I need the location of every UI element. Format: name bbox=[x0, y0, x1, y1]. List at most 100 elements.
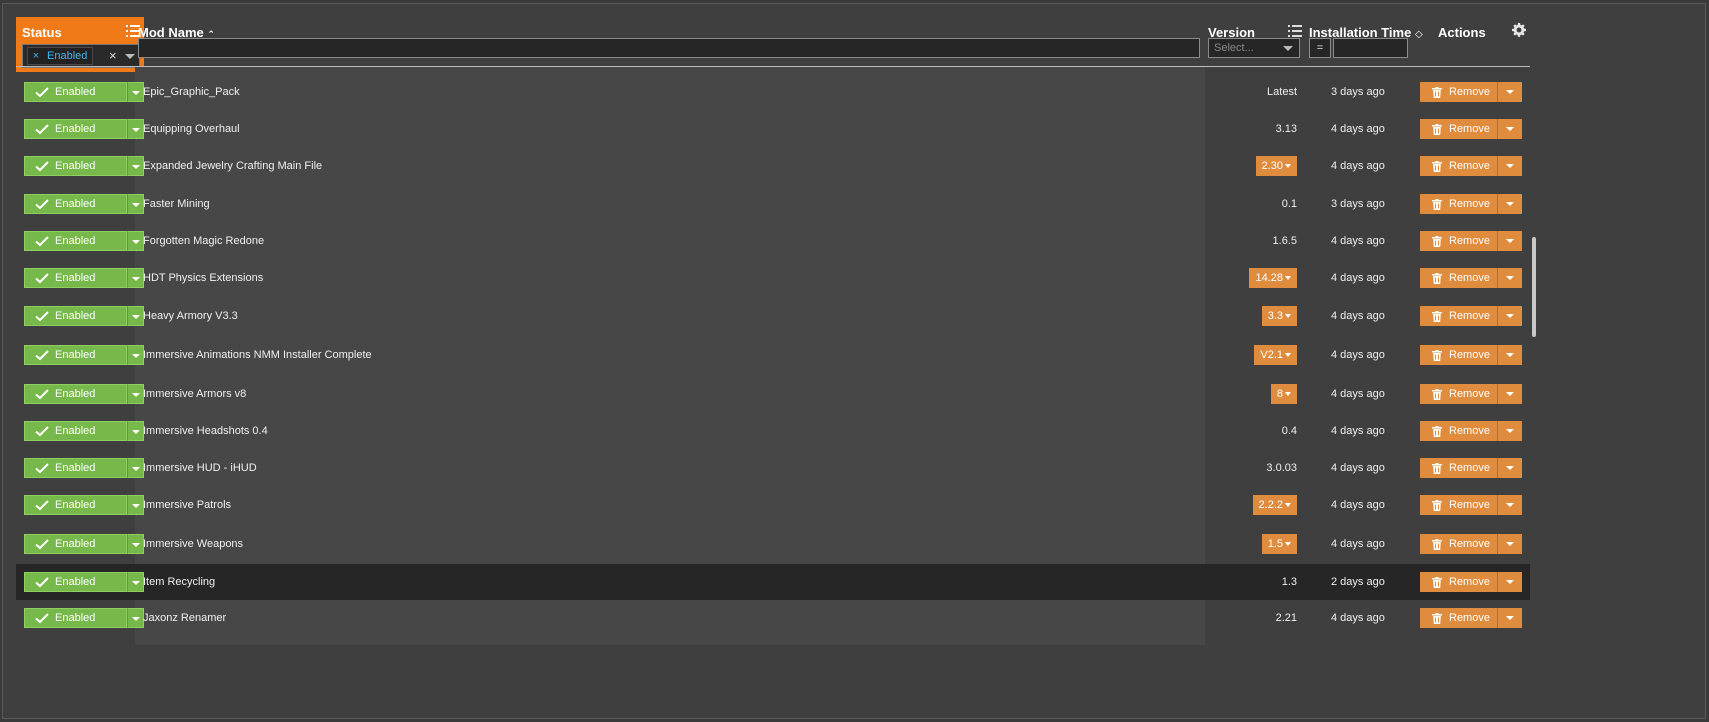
chip-remove-icon[interactable]: × bbox=[28, 50, 44, 62]
remove-button[interactable]: Remove bbox=[1420, 268, 1497, 288]
remove-dropdown-button[interactable] bbox=[1497, 608, 1522, 628]
status-dropdown-button[interactable] bbox=[127, 495, 144, 515]
status-toggle-button[interactable]: Enabled bbox=[24, 421, 127, 441]
remove-button[interactable]: Remove bbox=[1420, 231, 1497, 251]
table-row[interactable]: Enabled Equipping Overhaul 3.13 4 days a… bbox=[16, 111, 1530, 147]
status-dropdown-button[interactable] bbox=[127, 608, 144, 628]
remove-dropdown-button[interactable] bbox=[1497, 384, 1522, 404]
remove-dropdown-button[interactable] bbox=[1497, 231, 1522, 251]
status-dropdown-button[interactable] bbox=[127, 534, 144, 554]
table-row[interactable]: Enabled Jaxonz Renamer 2.21 4 days ago R… bbox=[16, 600, 1530, 636]
version-dropdown-button[interactable]: V2.1 bbox=[1254, 345, 1297, 365]
remove-button[interactable]: Remove bbox=[1420, 608, 1497, 628]
status-toggle-button[interactable]: Enabled bbox=[24, 345, 127, 365]
status-toggle-button[interactable]: Enabled bbox=[24, 608, 127, 628]
installation-time: 4 days ago bbox=[1331, 612, 1385, 624]
version-dropdown-button[interactable]: 2.2.2 bbox=[1252, 495, 1297, 515]
remove-button[interactable]: Remove bbox=[1420, 458, 1497, 478]
remove-button[interactable]: Remove bbox=[1420, 421, 1497, 441]
remove-button[interactable]: Remove bbox=[1420, 119, 1497, 139]
remove-dropdown-button[interactable] bbox=[1497, 268, 1522, 288]
installation-time-filter-input[interactable] bbox=[1333, 38, 1408, 58]
status-toggle-button[interactable]: Enabled bbox=[24, 82, 127, 102]
status-dropdown-button[interactable] bbox=[127, 345, 144, 365]
mod-name: Equipping Overhaul bbox=[143, 123, 240, 135]
remove-dropdown-button[interactable] bbox=[1497, 572, 1522, 592]
remove-dropdown-button[interactable] bbox=[1497, 345, 1522, 365]
version-dropdown-button[interactable]: 3.3 bbox=[1261, 306, 1297, 326]
remove-button[interactable]: Remove bbox=[1420, 572, 1497, 592]
table-row[interactable]: Enabled Faster Mining 0.1 3 days ago Rem… bbox=[16, 186, 1530, 222]
version-dropdown-button[interactable]: 1.5 bbox=[1261, 534, 1297, 554]
table-row[interactable]: Enabled Immersive HUD - iHUD 3.0.03 4 da… bbox=[16, 450, 1530, 486]
status-toggle-button[interactable]: Enabled bbox=[24, 495, 127, 515]
vertical-scrollbar[interactable] bbox=[1532, 237, 1536, 337]
status-toggle-button[interactable]: Enabled bbox=[24, 384, 127, 404]
status-dropdown-button[interactable] bbox=[127, 458, 144, 478]
remove-dropdown-button[interactable] bbox=[1497, 306, 1522, 326]
remove-dropdown-button[interactable] bbox=[1497, 495, 1522, 515]
version-dropdown-button[interactable]: 8 bbox=[1270, 384, 1297, 404]
status-dropdown-button[interactable] bbox=[127, 268, 144, 288]
status-dropdown-button[interactable] bbox=[127, 82, 144, 102]
status-toggle-button[interactable]: Enabled bbox=[24, 572, 127, 592]
remove-dropdown-button[interactable] bbox=[1497, 156, 1522, 176]
table-row[interactable]: Enabled HDT Physics Extensions 14.28 4 d… bbox=[16, 260, 1530, 296]
chevron-down-icon[interactable] bbox=[125, 54, 135, 59]
time-operator-button[interactable]: = bbox=[1309, 38, 1331, 58]
chevron-down-icon bbox=[1285, 392, 1291, 397]
version-filter-select[interactable]: Select... bbox=[1208, 38, 1300, 58]
remove-button[interactable]: Remove bbox=[1420, 82, 1497, 102]
check-icon bbox=[35, 236, 49, 247]
status-dropdown-button[interactable] bbox=[127, 384, 144, 404]
table-row[interactable]: Enabled Heavy Armory V3.3 3.3 4 days ago… bbox=[16, 298, 1530, 334]
status-dropdown-button[interactable] bbox=[127, 156, 144, 176]
table-row[interactable]: Enabled Epic_Graphic_Pack Latest 3 days … bbox=[16, 74, 1530, 110]
table-row[interactable]: Enabled Immersive Animations NMM Install… bbox=[16, 337, 1530, 373]
table-row[interactable]: Enabled Immersive Headshots 0.4 0.4 4 da… bbox=[16, 413, 1530, 449]
clear-filter-icon[interactable]: × bbox=[109, 48, 117, 63]
version-dropdown-button[interactable]: 2.30 bbox=[1255, 156, 1297, 176]
status-toggle-button[interactable]: Enabled bbox=[24, 458, 127, 478]
remove-button[interactable]: Remove bbox=[1420, 384, 1497, 404]
status-dropdown-button[interactable] bbox=[127, 119, 144, 139]
remove-dropdown-button[interactable] bbox=[1497, 194, 1522, 214]
mod-name-filter-input[interactable] bbox=[138, 38, 1200, 58]
table-row[interactable]: Enabled Expanded Jewelry Crafting Main F… bbox=[16, 148, 1530, 184]
remove-dropdown-button[interactable] bbox=[1497, 421, 1522, 441]
remove-button[interactable]: Remove bbox=[1420, 306, 1497, 326]
remove-button[interactable]: Remove bbox=[1420, 345, 1497, 365]
remove-button[interactable]: Remove bbox=[1420, 156, 1497, 176]
remove-button[interactable]: Remove bbox=[1420, 495, 1497, 515]
chevron-down-icon bbox=[1285, 314, 1291, 319]
status-toggle-button[interactable]: Enabled bbox=[24, 306, 127, 326]
remove-dropdown-button[interactable] bbox=[1497, 119, 1522, 139]
remove-dropdown-button[interactable] bbox=[1497, 534, 1522, 554]
remove-dropdown-button[interactable] bbox=[1497, 458, 1522, 478]
remove-button[interactable]: Remove bbox=[1420, 194, 1497, 214]
version-dropdown-button[interactable]: 14.28 bbox=[1249, 268, 1297, 288]
table-row[interactable]: Enabled Immersive Weapons 1.5 4 days ago… bbox=[16, 526, 1530, 562]
status-column-header[interactable]: Status × Enabled × bbox=[16, 17, 144, 72]
table-row[interactable]: Enabled Immersive Patrols 2.2.2 4 days a… bbox=[16, 487, 1530, 523]
status-toggle-button[interactable]: Enabled bbox=[24, 194, 127, 214]
status-toggle-button[interactable]: Enabled bbox=[24, 231, 127, 251]
table-row[interactable]: Enabled Immersive Armors v8 8 4 days ago… bbox=[16, 376, 1530, 412]
status-dropdown-button[interactable] bbox=[127, 194, 144, 214]
status-toggle-button[interactable]: Enabled bbox=[24, 156, 127, 176]
status-toggle-button[interactable]: Enabled bbox=[24, 268, 127, 288]
status-dropdown-button[interactable] bbox=[127, 231, 144, 251]
remove-button[interactable]: Remove bbox=[1420, 534, 1497, 554]
status-dropdown-button[interactable] bbox=[127, 306, 144, 326]
gear-icon[interactable] bbox=[1512, 23, 1526, 37]
table-row[interactable]: Enabled Item Recycling 1.3 2 days ago Re… bbox=[16, 564, 1530, 600]
trash-icon bbox=[1432, 499, 1442, 511]
table-row[interactable]: Enabled Forgotten Magic Redone 1.6.5 4 d… bbox=[16, 223, 1530, 259]
status-dropdown-button[interactable] bbox=[127, 572, 144, 592]
status-dropdown-button[interactable] bbox=[127, 421, 144, 441]
status-toggle-button[interactable]: Enabled bbox=[24, 534, 127, 554]
status-toggle-button[interactable]: Enabled bbox=[24, 119, 127, 139]
remove-dropdown-button[interactable] bbox=[1497, 82, 1522, 102]
status-filter-select[interactable]: × Enabled × bbox=[22, 44, 140, 68]
list-icon[interactable] bbox=[1288, 24, 1302, 38]
